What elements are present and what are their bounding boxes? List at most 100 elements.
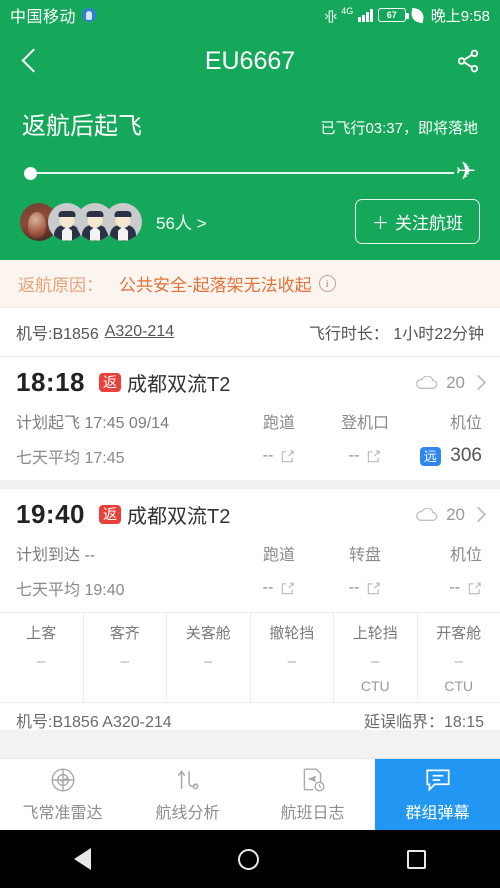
cloud-icon (415, 376, 438, 389)
edit-icon[interactable] (366, 449, 381, 464)
nav-item-route-analysis[interactable]: 航线分析 (125, 759, 250, 830)
clock-label: 晚上9:58 (430, 7, 490, 25)
nav-label: 群组弹幕 (405, 805, 470, 822)
arrival-header: 19:40 返 成都双流T2 20 (16, 499, 487, 530)
grid-label: 客齐 (109, 625, 140, 642)
departure-col-header-gate: 登机口 (340, 415, 389, 432)
grid-label: 上客 (26, 625, 57, 642)
carrier-label: 中国移动 (10, 9, 77, 26)
arrival-col-header-carousel: 转盘 (348, 547, 381, 564)
arrival-card[interactable]: 19:40 返 成都双流T2 20 计划到达 -- 跑道 转盘 机位 七天平均 … (0, 489, 500, 612)
grid-value: – (37, 653, 46, 670)
page-title: EU6667 (204, 46, 296, 75)
grid-cell-close-cabin[interactable]: 关客舱 – (167, 613, 251, 702)
departure-col-header-runway: 跑道 (262, 415, 295, 432)
plus-icon: ＋ (372, 214, 389, 233)
flight-progress-bar: ✈ (0, 141, 500, 185)
departure-gate-value-cell[interactable]: -- (322, 447, 408, 465)
info-icon[interactable]: i (318, 275, 336, 292)
arrival-stand-value: -- (449, 579, 460, 596)
carrier-badge-icon (82, 8, 97, 22)
arrival-carousel-value-cell[interactable]: -- (322, 579, 408, 597)
arrival-runway-value: -- (262, 579, 274, 596)
departure-gate-value: -- (348, 447, 360, 464)
flight-log-icon (299, 766, 327, 794)
followers-count-label[interactable]: 56人 > (156, 209, 207, 234)
grid-sub (0, 678, 83, 694)
grid-cell-boarding-complete[interactable]: 客齐 – (84, 613, 167, 702)
app-screen: 中国移动 ›[]‹ 4G 67 晚上9:58 EU6667 返航后起飞 已飞行0… (0, 0, 500, 888)
avatar (104, 202, 142, 241)
departure-header: 18:18 返 成都双流T2 20 (16, 367, 487, 398)
network-type-label: 4G (341, 6, 354, 16)
grid-value: – (120, 653, 129, 670)
share-icon[interactable] (454, 47, 482, 75)
departure-runway-value-cell[interactable]: -- (236, 447, 322, 465)
followers-row: 56人 > ＋ 关注航班 (0, 185, 500, 244)
back-icon[interactable] (18, 48, 44, 74)
grid-label: 上轮挡 (352, 625, 398, 642)
delay-threshold-label: 延误临界：18:15 (363, 714, 484, 730)
status-bar-left: 中国移动 (10, 3, 97, 27)
chevron-right-icon (470, 374, 487, 391)
grid-sub (84, 678, 167, 694)
cloud-icon (415, 508, 438, 521)
android-back-icon[interactable] (73, 848, 91, 870)
nav-label: 航班日志 (280, 805, 345, 822)
departure-stand-value-cell[interactable]: 远 306 (408, 445, 484, 467)
nav-item-radar[interactable]: 飞常准雷达 (0, 759, 125, 830)
airplane-icon: ✈ (455, 158, 476, 185)
android-home-icon[interactable] (238, 848, 260, 870)
edit-icon[interactable] (467, 581, 482, 596)
grid-sub (167, 678, 250, 694)
nav-item-flight-log[interactable]: 航班日志 (250, 759, 375, 830)
departure-weather[interactable]: 20 (415, 373, 487, 393)
nav-label: 航线分析 (155, 805, 220, 822)
avatar-group[interactable] (20, 202, 142, 241)
edit-icon[interactable] (366, 581, 381, 596)
nav-item-group-chat[interactable]: 群组弹幕 (375, 759, 500, 830)
aircraft-info-row: 机号:B1856 A320-214 飞行时长： 1小时22分钟 (0, 308, 500, 357)
departure-average-label: 七天平均 17:45 (16, 450, 125, 467)
edit-icon[interactable] (280, 449, 295, 464)
route-analysis-icon (174, 766, 202, 794)
edit-icon[interactable] (280, 581, 295, 596)
flight-status-row: 返航后起飞 已飞行03:37，即将落地 (0, 92, 500, 141)
chevron-right-icon (470, 506, 487, 523)
arrival-stand-value-cell[interactable]: -- (408, 579, 484, 597)
grid-cell-chocks-off[interactable]: 撤轮挡 – (251, 613, 334, 702)
nav-label: 飞常准雷达 (22, 805, 103, 822)
ground-status-grid: 上客 – 客齐 – 关客舱 – 撤轮挡 – 上轮挡 – CTU 开客舱 – CT… (0, 612, 500, 702)
grid-sub (251, 678, 334, 694)
arrival-time: 19:40 (16, 499, 85, 529)
chat-bubble-icon (423, 766, 453, 794)
departure-time: 18:18 (16, 367, 85, 397)
signal-bars-icon (358, 8, 373, 22)
departure-card[interactable]: 18:18 返 成都双流T2 20 计划起飞 17:45 09/14 跑道 登机… (0, 357, 500, 480)
partially-visible-info-row: 机号:B1856 A320-214 延误临界：18:15 (0, 702, 500, 730)
grid-value: – (204, 653, 213, 670)
grid-cell-boarding[interactable]: 上客 – (0, 613, 84, 702)
departure-airport: 成都双流T2 (127, 374, 231, 396)
grid-cell-chocks-on[interactable]: 上轮挡 – CTU (334, 613, 418, 702)
departure-runway-value: -- (262, 447, 274, 464)
aircraft-model-link[interactable]: A320-214 (105, 323, 174, 341)
status-bar-right: ›[]‹ 4G 67 晚上9:58 (324, 5, 490, 26)
return-badge: 返 (99, 372, 121, 393)
bottom-navigation: 飞常准雷达 航线分析 航班日志 群组弹幕 (0, 758, 500, 830)
return-reason-banner[interactable]: 返航原因： 公共安全-起落架无法收起 i (0, 260, 500, 308)
grid-cell-open-cabin[interactable]: 开客舱 – CTU (418, 613, 500, 702)
arrival-runway-value-cell[interactable]: -- (236, 579, 322, 597)
vibrate-icon: ›[]‹ (324, 7, 337, 23)
android-recents-icon[interactable] (407, 849, 427, 869)
radar-icon (49, 766, 77, 794)
arrival-weather[interactable]: 20 (415, 505, 487, 525)
arrival-col-header-stand: 机位 (449, 547, 482, 564)
departure-scheduled-row: 计划起飞 17:45 09/14 跑道 登机口 机位 (16, 409, 484, 433)
nav-bar: EU6667 (0, 30, 500, 92)
departure-col-header-stand: 机位 (449, 415, 482, 432)
follow-flight-button[interactable]: ＋ 关注航班 (355, 199, 480, 244)
power-saving-leaf-icon (409, 7, 426, 23)
grid-label: 开客舱 (436, 625, 482, 642)
follow-flight-label: 关注航班 (395, 214, 463, 233)
